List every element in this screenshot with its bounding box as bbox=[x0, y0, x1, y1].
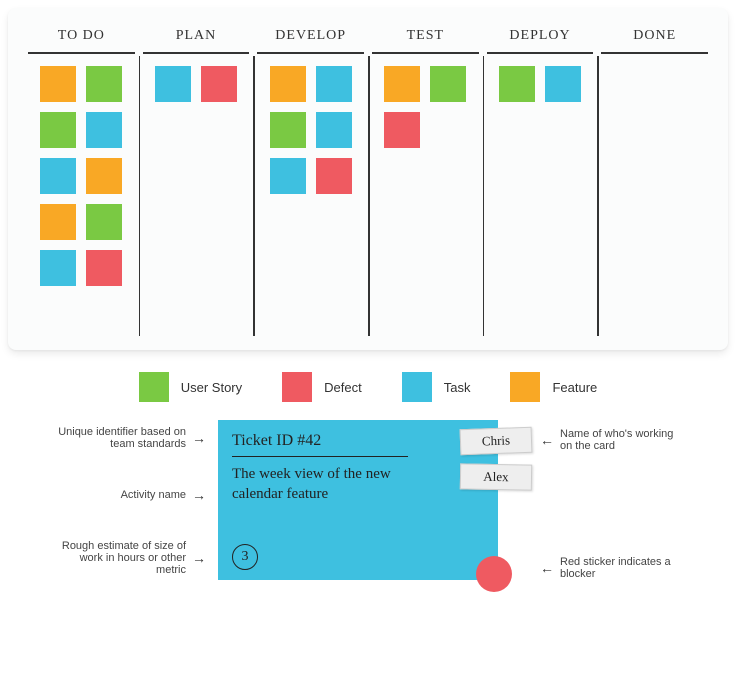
kanban-card[interactable] bbox=[545, 66, 581, 102]
cards-grid bbox=[40, 66, 122, 326]
kanban-card[interactable] bbox=[384, 112, 420, 148]
legend-label: User Story bbox=[181, 380, 242, 395]
column-header: PLAN bbox=[143, 26, 250, 54]
legend: User Story Defect Task Feature bbox=[8, 372, 728, 402]
kanban-card[interactable] bbox=[40, 66, 76, 102]
annotations-left: Unique identifier based on team standard… bbox=[56, 420, 206, 580]
kanban-card[interactable] bbox=[384, 66, 420, 102]
kanban-card[interactable] bbox=[40, 158, 76, 194]
annotations-right: Name of who's working on the card Red st… bbox=[510, 420, 680, 580]
column-header: DONE bbox=[601, 26, 708, 54]
column: DEVELOP bbox=[253, 26, 368, 326]
cards-grid bbox=[384, 66, 466, 326]
cards-grid bbox=[499, 66, 581, 326]
kanban-card[interactable] bbox=[86, 112, 122, 148]
blocker-dot-icon bbox=[476, 556, 512, 592]
cards-grid bbox=[155, 66, 237, 326]
legend-label: Feature bbox=[552, 380, 597, 395]
annotation-activity: Activity name bbox=[121, 487, 206, 503]
kanban-card[interactable] bbox=[270, 66, 306, 102]
column: TEST bbox=[368, 26, 483, 326]
estimate-circle: 3 bbox=[232, 544, 258, 570]
cards-grid bbox=[614, 66, 696, 326]
column: DONE bbox=[597, 26, 712, 326]
ticket-id: Ticket ID #42 bbox=[232, 432, 408, 457]
column-header: TO DO bbox=[28, 26, 135, 54]
legend-item: User Story bbox=[139, 372, 242, 402]
column-header: TEST bbox=[372, 26, 479, 54]
column: DEPLOY bbox=[483, 26, 598, 326]
legend-label: Defect bbox=[324, 380, 362, 395]
kanban-board: TO DO PLANDEVELOP TEST DEPLOYDONE bbox=[8, 8, 728, 350]
kanban-card[interactable] bbox=[270, 112, 306, 148]
annotation-id: Unique identifier based on team standard… bbox=[56, 426, 206, 450]
column-header: DEPLOY bbox=[487, 26, 594, 54]
kanban-card[interactable] bbox=[40, 204, 76, 240]
column-header: DEVELOP bbox=[257, 26, 364, 54]
legend-item: Defect bbox=[282, 372, 362, 402]
assignee-tag: Chris bbox=[460, 427, 533, 455]
kanban-card[interactable] bbox=[499, 66, 535, 102]
annotation-blocker: Red sticker indicates a blocker bbox=[540, 556, 680, 580]
kanban-card[interactable] bbox=[86, 66, 122, 102]
card-description: The week view of the new calendar featur… bbox=[232, 465, 413, 504]
legend-swatch-icon bbox=[282, 372, 312, 402]
kanban-card[interactable] bbox=[86, 250, 122, 286]
kanban-card[interactable] bbox=[40, 250, 76, 286]
annotation-estimate: Rough estimate of size of work in hours … bbox=[56, 540, 206, 576]
legend-swatch-icon bbox=[510, 372, 540, 402]
annotation-assignee: Name of who's working on the card bbox=[540, 428, 680, 452]
column: TO DO bbox=[24, 26, 139, 326]
kanban-card[interactable] bbox=[40, 112, 76, 148]
column: PLAN bbox=[139, 26, 254, 326]
kanban-card[interactable] bbox=[270, 158, 306, 194]
kanban-card[interactable] bbox=[430, 66, 466, 102]
kanban-card[interactable] bbox=[316, 66, 352, 102]
legend-item: Feature bbox=[510, 372, 597, 402]
legend-label: Task bbox=[444, 380, 471, 395]
legend-swatch-icon bbox=[402, 372, 432, 402]
kanban-card[interactable] bbox=[155, 66, 191, 102]
assignee-tag: Alex bbox=[460, 463, 532, 490]
columns-container: TO DO PLANDEVELOP TEST DEPLOYDONE bbox=[24, 26, 712, 326]
legend-item: Task bbox=[402, 372, 471, 402]
card-detail-diagram: Unique identifier based on team standard… bbox=[8, 420, 728, 580]
legend-swatch-icon bbox=[139, 372, 169, 402]
sample-card: Ticket ID #42 The week view of the new c… bbox=[218, 420, 498, 580]
kanban-card[interactable] bbox=[86, 158, 122, 194]
kanban-card[interactable] bbox=[316, 112, 352, 148]
kanban-card[interactable] bbox=[316, 158, 352, 194]
kanban-card[interactable] bbox=[201, 66, 237, 102]
kanban-card[interactable] bbox=[86, 204, 122, 240]
cards-grid bbox=[270, 66, 352, 326]
